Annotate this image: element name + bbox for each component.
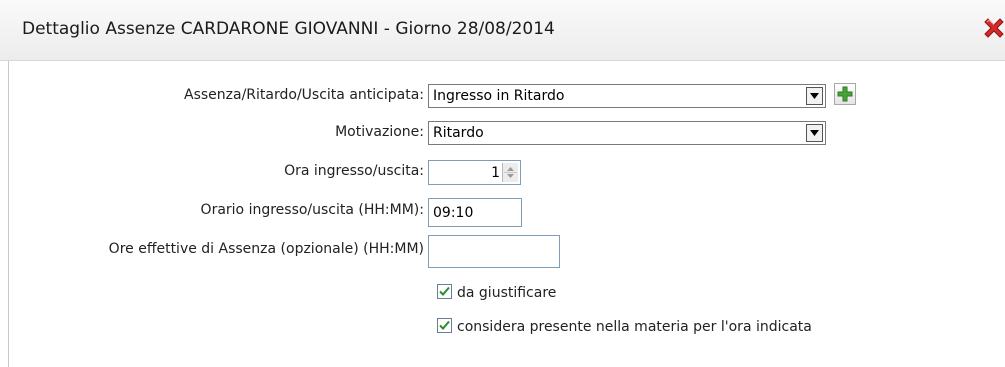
presente-checkbox[interactable] [437,318,452,333]
orario-label: Orario ingresso/uscita (HH:MM): [200,202,424,218]
motivazione-select[interactable]: Ritardo [428,121,826,145]
orario-value: 09:10 [433,205,474,221]
giustificare-label: da giustificare [457,285,557,301]
ore-effettive-input[interactable] [428,235,560,268]
add-button[interactable] [834,83,856,105]
dialog-left-border [8,61,9,367]
close-icon[interactable] [981,15,1005,41]
motivazione-value: Ritardo [433,125,484,141]
check-icon [439,286,450,296]
ora-label: Ora ingresso/uscita: [284,163,424,179]
assenza-type-select[interactable]: Ingresso in Ritardo [428,84,826,108]
check-icon [439,320,450,330]
assenza-type-value: Ingresso in Ritardo [433,88,565,104]
absence-detail-dialog: Dettaglio Assenze CARDARONE GIOVANNI - G… [0,0,1005,367]
assenza-type-label: Assenza/Ritardo/Uscita anticipata: [184,87,424,103]
giustificare-checkbox[interactable] [437,284,452,299]
chevron-down-icon[interactable] [806,87,823,105]
ore-effettive-label: Ore effettive di Assenza (opzionale) (HH… [108,241,424,257]
ora-stepper[interactable]: 1 [428,160,521,185]
orario-input[interactable]: 09:10 [428,198,522,227]
chevron-down-icon[interactable] [806,124,823,142]
motivazione-label: Motivazione: [335,124,424,140]
stepper-arrows-icon[interactable] [502,163,518,182]
presente-label: considera presente nella materia per l'o… [457,319,812,335]
plus-icon [837,86,853,102]
dialog-titlebar: Dettaglio Assenze CARDARONE GIOVANNI - G… [0,0,1005,61]
ora-value: 1 [491,165,500,181]
dialog-title: Dettaglio Assenze CARDARONE GIOVANNI - G… [22,19,555,39]
